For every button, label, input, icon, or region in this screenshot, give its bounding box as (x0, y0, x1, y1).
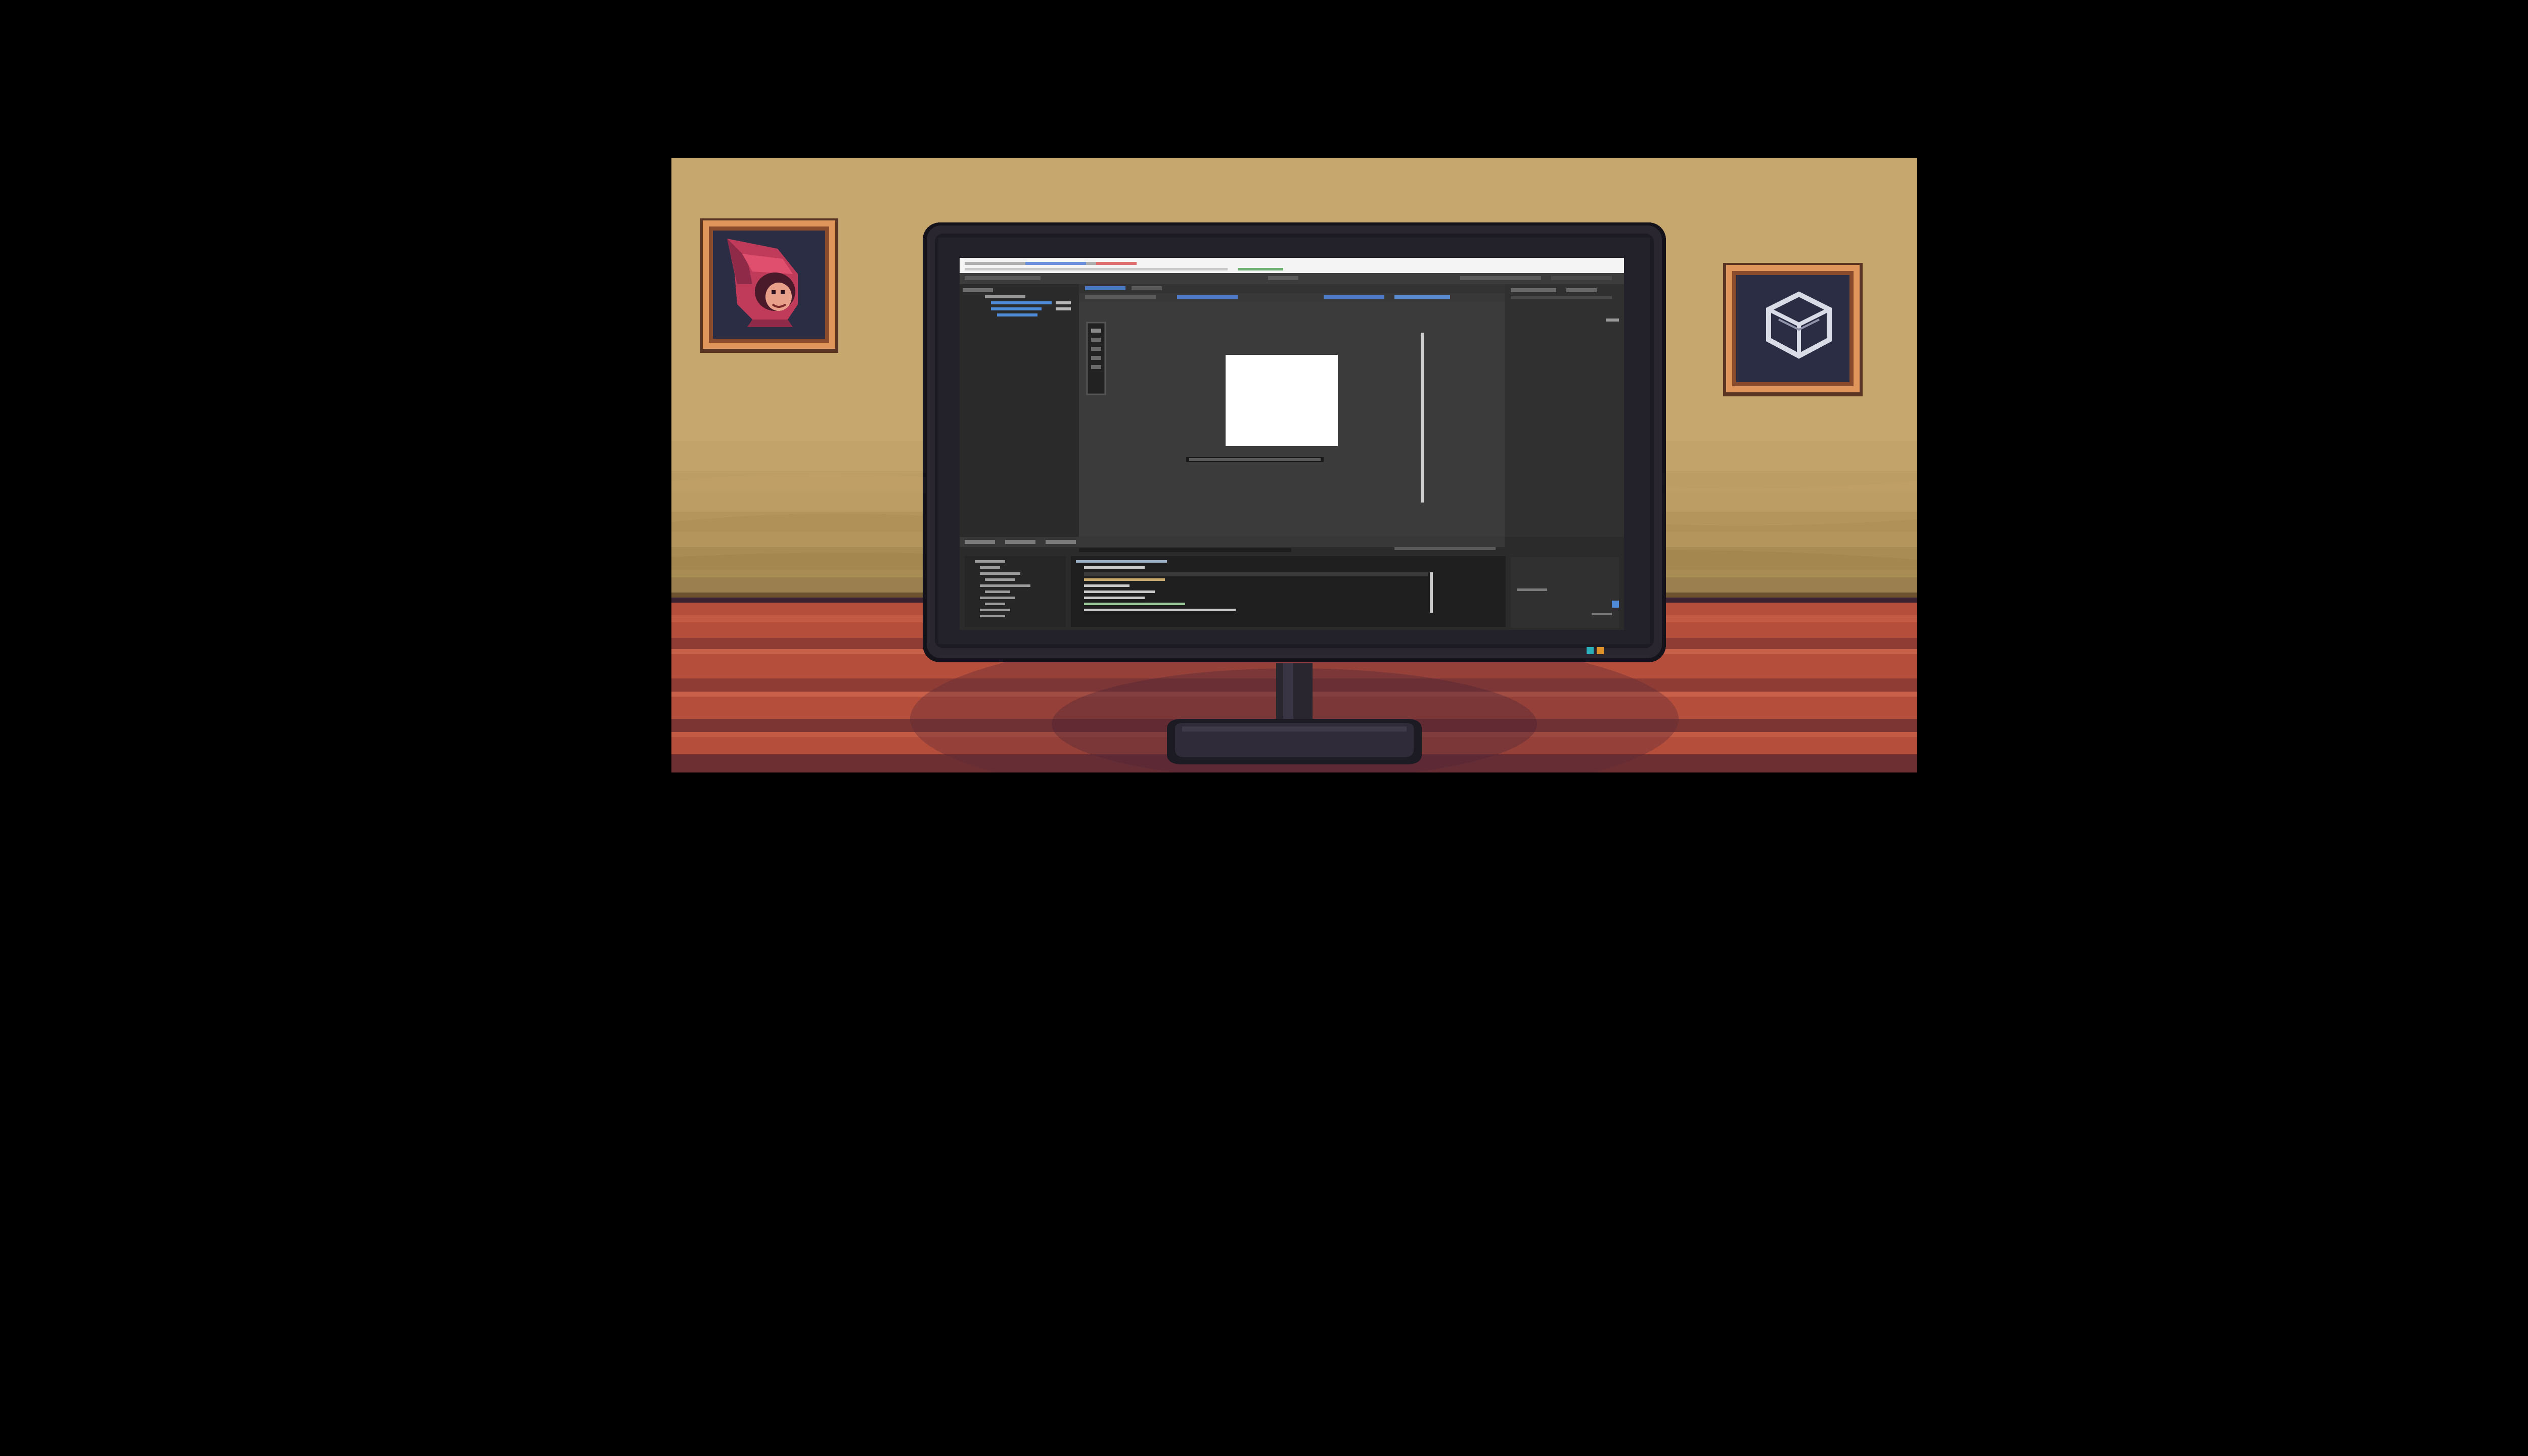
game-viewport (0, 0, 2528, 1456)
room-scene (671, 158, 1917, 772)
left-picture-frame (700, 218, 838, 353)
game-canvas-preview (1226, 355, 1338, 446)
inspector-panel (1505, 284, 1624, 537)
browser-title-bar (960, 258, 1624, 273)
right-picture-frame (1723, 263, 1863, 396)
hierarchy-panel (960, 284, 1079, 537)
monitor-screen[interactable] (960, 258, 1624, 630)
tab-scene (1085, 286, 1125, 290)
